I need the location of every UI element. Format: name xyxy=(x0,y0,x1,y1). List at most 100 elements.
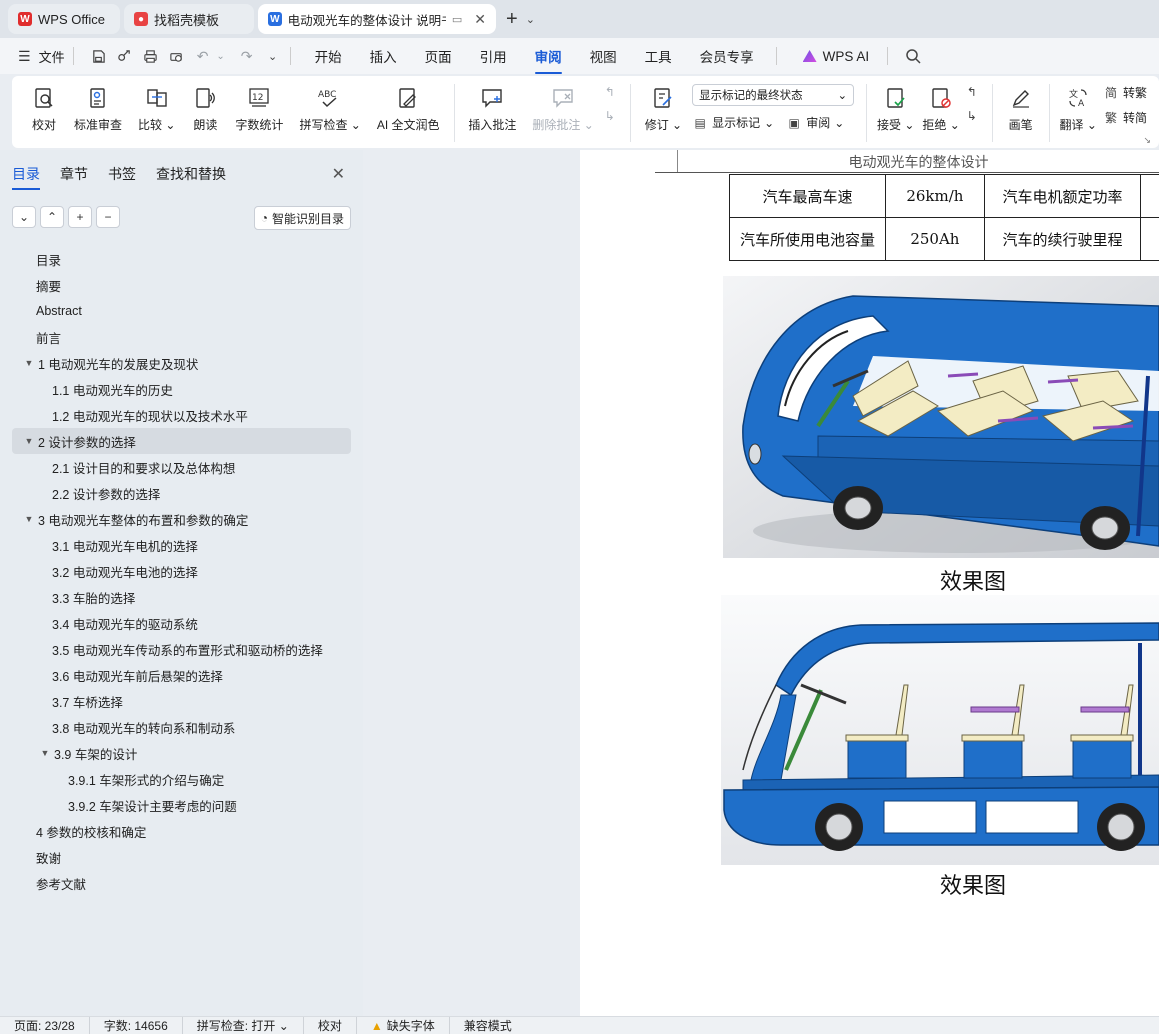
toc-item[interactable]: 3.1 电动观光车电机的选择 xyxy=(12,532,351,558)
toc-item[interactable]: 1.2 电动观光车的现状以及技术水平 xyxy=(12,402,351,428)
menu-file[interactable]: 文件 xyxy=(39,47,65,66)
toc-item[interactable]: ▼ 1 电动观光车的发展史及现状 xyxy=(12,350,351,376)
toc-item[interactable]: 致谢 xyxy=(12,844,351,870)
expand-caret-icon[interactable]: ▼ xyxy=(22,358,36,368)
new-tab-icon[interactable]: + xyxy=(506,8,518,31)
toc-item[interactable]: 2.2 设计参数的选择 xyxy=(12,480,351,506)
toc-item-label: 前言 xyxy=(36,331,62,346)
collapse-down-icon[interactable]: ⌄ xyxy=(12,206,36,228)
read-aloud-button[interactable]: 朗读 xyxy=(191,84,219,133)
toc-item[interactable]: 摘要 xyxy=(12,272,351,298)
expand-caret-icon[interactable]: ▼ xyxy=(22,436,36,446)
tab-docer-templates[interactable]: ● 找稻壳模板 xyxy=(124,4,254,34)
insert-comment-button[interactable]: 插入批注 xyxy=(468,84,516,133)
toc-item[interactable]: 参考文献 xyxy=(12,870,351,896)
bus-render-side[interactable] xyxy=(721,595,1159,865)
ribbon-expand-icon[interactable]: ↘ xyxy=(1143,135,1151,146)
remove-icon[interactable]: − xyxy=(96,206,120,228)
menu-references[interactable]: 引用 xyxy=(480,46,507,66)
toc-item[interactable]: 3.8 电动观光车的转向系和制动系 xyxy=(12,714,351,740)
toc-item[interactable]: 3.9.1 车架形式的介绍与确定 xyxy=(12,766,351,792)
close-icon[interactable]: ✕ xyxy=(332,164,345,184)
toc-item[interactable]: 1.1 电动观光车的历史 xyxy=(12,376,351,402)
review-pane-button[interactable]: 审阅 xyxy=(806,114,830,131)
add-icon[interactable]: + xyxy=(68,206,92,228)
translate-button[interactable]: 文A 翻译 ⌄ xyxy=(1060,84,1097,133)
markup-mode-select[interactable]: 显示标记的最终状态 ⌄ xyxy=(692,84,855,106)
tab-chapters[interactable]: 章节 xyxy=(60,164,88,190)
menu-tools[interactable]: 工具 xyxy=(645,46,672,66)
toc-item[interactable]: 3.2 电动观光车电池的选择 xyxy=(12,558,351,584)
delete-comment-button[interactable]: 删除批注 ⌄ xyxy=(532,84,594,133)
table-cell: 汽车的续行驶里程 xyxy=(983,217,1142,261)
toc-item[interactable]: ▼ 3.9 车架的设计 xyxy=(12,740,351,766)
undo-icon[interactable]: ↶ xyxy=(194,47,212,65)
menu-view[interactable]: 视图 xyxy=(590,46,617,66)
previous-comment-icon[interactable]: ↰ xyxy=(602,84,618,100)
menu-membership[interactable]: 会员专享 xyxy=(700,46,754,66)
menu-page[interactable]: 页面 xyxy=(425,46,452,66)
smart-toc-button[interactable]: ◔ 智能识别目录 xyxy=(253,206,351,230)
toc-item[interactable]: ▼ 2 设计参数的选择 xyxy=(12,428,351,454)
spell-check-button[interactable]: ABC 拼写检查 ⌄ xyxy=(299,84,360,133)
word-count-indicator[interactable]: 字数: 14656 xyxy=(90,1017,183,1034)
tab-document[interactable]: W 电动观光车的整体设计 说明书 ▭ ✕ xyxy=(258,4,496,34)
menu-insert[interactable]: 插入 xyxy=(370,46,397,66)
toc-item[interactable]: Abstract xyxy=(12,298,351,324)
toc-item[interactable]: 4 参数的校核和确定 xyxy=(12,818,351,844)
print-preview-icon[interactable] xyxy=(168,47,186,65)
tab-wps-office[interactable]: W WPS Office xyxy=(8,4,120,34)
toc-item[interactable]: ▼ 3 电动观光车整体的布置和参数的确定 xyxy=(12,506,351,532)
to-traditional-button[interactable]: 简转繁 xyxy=(1103,84,1147,101)
standard-review-button[interactable]: 标准审查 xyxy=(74,84,122,133)
spell-check-indicator[interactable]: 拼写检查: 打开 ⌄ xyxy=(183,1017,304,1034)
toc-item[interactable]: 2.1 设计目的和要求以及总体构想 xyxy=(12,454,351,480)
tab-toc[interactable]: 目录 xyxy=(12,164,40,190)
chevron-down-icon[interactable]: ⌄ xyxy=(526,13,535,26)
previous-change-icon[interactable]: ↰ xyxy=(964,84,980,100)
tab-find-replace[interactable]: 查找和替换 xyxy=(156,164,226,190)
toc-item[interactable]: 前言 xyxy=(12,324,351,350)
tab-bookmarks[interactable]: 书签 xyxy=(108,164,136,190)
reject-button[interactable]: 拒绝 ⌄ xyxy=(922,84,960,133)
menu-review[interactable]: 审阅 xyxy=(534,46,562,74)
to-simplified-button[interactable]: 繁转简 xyxy=(1103,109,1147,126)
toc-item[interactable]: 目录 xyxy=(12,246,351,272)
accept-button[interactable]: 接受 ⌄ xyxy=(877,84,914,133)
bus-render-perspective[interactable] xyxy=(723,276,1159,558)
chevron-down-icon[interactable]: ⌄ xyxy=(212,47,230,65)
toc-item[interactable]: 3.4 电动观光车的驱动系统 xyxy=(12,610,351,636)
chevron-down-icon[interactable]: ⌄ xyxy=(264,47,282,65)
close-icon[interactable]: ✕ xyxy=(474,11,486,28)
expand-up-icon[interactable]: ⌃ xyxy=(40,206,64,228)
toc-item[interactable]: 3.3 车胎的选择 xyxy=(12,584,351,610)
ai-polish-button[interactable]: AI 全文润色 xyxy=(377,84,440,133)
share-icon[interactable] xyxy=(116,47,134,65)
next-change-icon[interactable]: ↳ xyxy=(964,108,980,124)
toc-item[interactable]: 3.9.2 车架设计主要考虑的问题 xyxy=(12,792,351,818)
standard-review-icon xyxy=(84,84,112,112)
compare-button[interactable]: 比较 ⌄ xyxy=(138,84,175,133)
toc-item[interactable]: 3.6 电动观光车前后悬架的选择 xyxy=(12,662,351,688)
redo-icon[interactable]: ↷ xyxy=(238,47,256,65)
ink-button[interactable]: 画笔 xyxy=(1007,84,1035,133)
screen-icon: ▭ xyxy=(451,13,463,26)
expand-caret-icon[interactable]: ▼ xyxy=(38,748,52,758)
print-icon[interactable] xyxy=(142,47,160,65)
hamburger-icon[interactable]: ☰ xyxy=(18,48,31,65)
expand-caret-icon[interactable]: ▼ xyxy=(22,514,36,524)
save-icon[interactable] xyxy=(90,47,108,65)
toc-item[interactable]: 3.5 电动观光车传动系的布置形式和驱动桥的选择 xyxy=(12,636,351,662)
missing-font-indicator[interactable]: ▲ 缺失字体 xyxy=(357,1017,450,1034)
wps-ai-button[interactable]: WPS AI xyxy=(802,49,869,64)
next-comment-icon[interactable]: ↳ xyxy=(602,108,618,124)
toc-item[interactable]: 3.7 车桥选择 xyxy=(12,688,351,714)
track-changes-button[interactable]: 修订 ⌄ xyxy=(645,84,682,133)
page-indicator[interactable]: 页面: 23/28 xyxy=(0,1017,90,1034)
menu-home[interactable]: 开始 xyxy=(315,46,342,66)
word-count-button[interactable]: 12 字数统计 xyxy=(235,84,283,133)
proofread-button[interactable]: 校对 xyxy=(30,84,58,133)
search-icon[interactable] xyxy=(904,47,922,65)
proofread-indicator[interactable]: 校对 xyxy=(304,1017,357,1034)
show-markup-button[interactable]: 显示标记 xyxy=(712,114,760,131)
